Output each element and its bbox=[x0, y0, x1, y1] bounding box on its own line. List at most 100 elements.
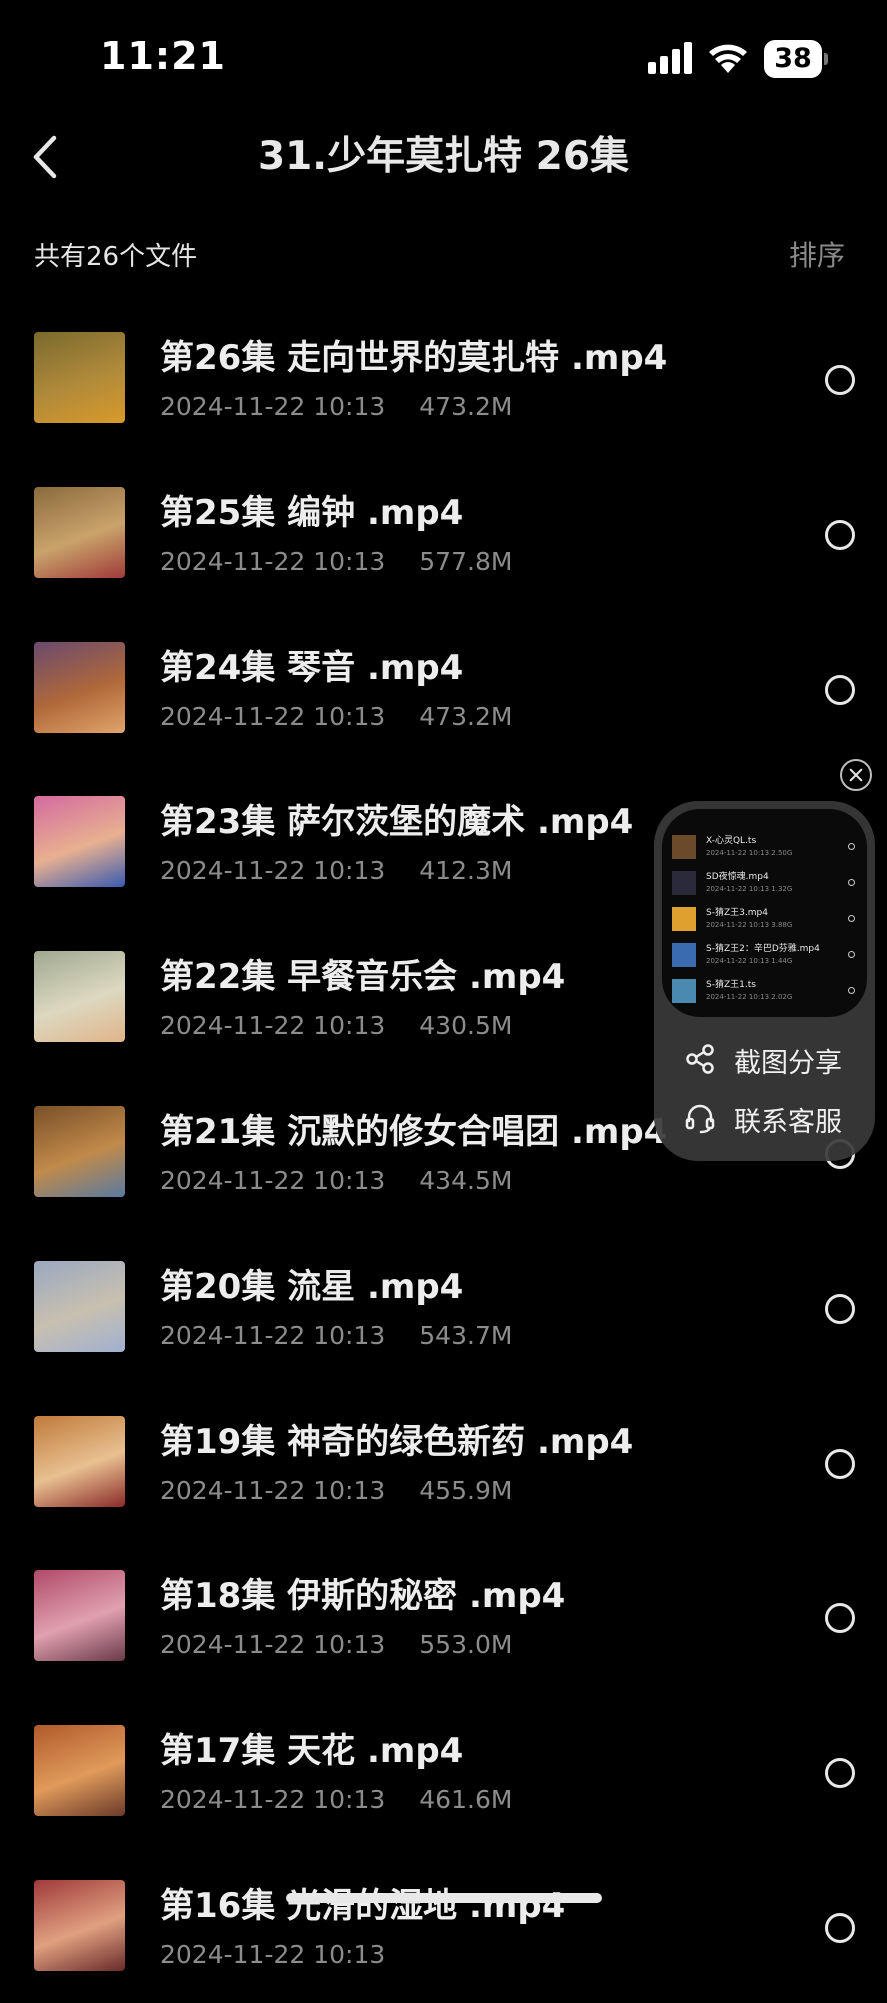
file-date: 2024-11-22 10:13 bbox=[160, 392, 386, 421]
file-size: 455.9M bbox=[419, 1475, 513, 1505]
video-thumbnail bbox=[34, 1260, 125, 1352]
share-label: 截图分享 bbox=[734, 1048, 842, 1079]
select-radio[interactable] bbox=[825, 1758, 855, 1789]
video-thumbnail bbox=[34, 1879, 125, 1971]
file-name: 第20集 流星 .mp4 bbox=[160, 1266, 464, 1307]
video-thumbnail bbox=[34, 1105, 125, 1197]
video-thumbnail bbox=[34, 641, 125, 733]
preview-row: S-猜Z王3.mp4 2024-11-22 10:13 3.88G bbox=[672, 903, 857, 937]
file-row[interactable]: 第18集 伊斯的秘密 .mp4 2024-11-22 10:13 553.0M bbox=[0, 1538, 887, 1693]
file-date: 2024-11-22 10:13 bbox=[160, 1320, 386, 1350]
file-count: 共有26个文件 bbox=[34, 242, 198, 272]
cellular-signal-icon bbox=[648, 42, 692, 74]
preview-name: S-猜Z王1.ts bbox=[706, 980, 756, 990]
select-radio[interactable] bbox=[825, 1912, 855, 1943]
status-bar: 11:21 38 bbox=[0, 0, 887, 110]
video-thumbnail bbox=[34, 951, 125, 1043]
preview-radio bbox=[848, 843, 855, 850]
file-row[interactable]: 第25集 编钟 .mp4 2024-11-22 10:13 577.8M bbox=[0, 455, 887, 610]
video-thumbnail bbox=[34, 1725, 125, 1817]
file-meta: 2024-11-22 10:13 577.8M bbox=[160, 547, 512, 576]
file-row[interactable]: 第16集 光滑的湿地 .mp4 2024-11-22 10:13 bbox=[0, 1848, 887, 2003]
file-name: 第21集 沉默的修女合唱团 .mp4 bbox=[160, 1111, 668, 1152]
select-radio[interactable] bbox=[825, 365, 855, 395]
preview-meta: 2024-11-22 10:13 1.44G bbox=[706, 957, 793, 965]
video-thumbnail bbox=[34, 332, 125, 423]
file-name: 第19集 神奇的绿色新药 .mp4 bbox=[160, 1421, 634, 1462]
file-meta: 2024-11-22 10:13 553.0M bbox=[160, 1630, 512, 1659]
file-date: 2024-11-22 10:13 bbox=[160, 701, 386, 731]
preview-meta: 2024-11-22 10:13 3.88G bbox=[706, 921, 793, 929]
page-title: 31.少年莫扎特 26集 bbox=[258, 134, 629, 179]
file-date: 2024-11-22 10:13 bbox=[160, 1785, 386, 1815]
file-meta: 2024-11-22 10:13 461.6M bbox=[160, 1785, 512, 1814]
file-size: 430.5M bbox=[419, 1011, 513, 1041]
preview-thumbnail bbox=[672, 871, 696, 895]
contact-support-button[interactable]: 联系客服 bbox=[684, 1098, 864, 1138]
share-screenshot-button[interactable]: 截图分享 bbox=[684, 1039, 864, 1079]
file-name: 第24集 琴音 .mp4 bbox=[160, 647, 464, 688]
file-date: 2024-11-22 10:13 bbox=[160, 1011, 386, 1041]
select-radio[interactable] bbox=[825, 674, 855, 705]
file-date: 2024-11-22 10:13 bbox=[160, 1939, 386, 1969]
status-time: 11:21 bbox=[100, 34, 226, 78]
home-indicator[interactable] bbox=[286, 1893, 602, 1903]
preview-thumbnail bbox=[672, 943, 696, 967]
file-date: 2024-11-22 10:13 bbox=[160, 1475, 386, 1505]
select-radio[interactable] bbox=[825, 1293, 855, 1324]
file-meta: 2024-11-22 10:13 412.3M bbox=[160, 856, 512, 885]
file-size: 577.8M bbox=[419, 546, 513, 576]
file-meta: 2024-11-22 10:13 430.5M bbox=[160, 1011, 512, 1040]
preview-name: SD夜惊魂.mp4 bbox=[706, 872, 769, 882]
preview-row: S-猜Z王2：辛巴D芬雅.mp4 2024-11-22 10:13 1.44G bbox=[672, 939, 857, 973]
file-date: 2024-11-22 10:13 bbox=[160, 856, 386, 886]
select-radio[interactable] bbox=[825, 1448, 855, 1479]
file-size: 543.7M bbox=[419, 1320, 513, 1350]
file-size: 553.0M bbox=[419, 1630, 513, 1660]
preview-meta: 2024-11-22 10:13 1.32G bbox=[706, 885, 793, 893]
close-icon[interactable] bbox=[840, 759, 872, 791]
video-thumbnail bbox=[34, 1570, 125, 1662]
battery-level: 38 bbox=[774, 43, 812, 74]
file-name: 第18集 伊斯的秘密 .mp4 bbox=[160, 1576, 566, 1617]
file-row[interactable]: 第17集 天花 .mp4 2024-11-22 10:13 461.6M bbox=[0, 1693, 887, 1848]
file-meta: 2024-11-22 10:13 434.5M bbox=[160, 1166, 512, 1195]
preview-meta: 2024-11-22 10:13 2.50G bbox=[706, 849, 793, 857]
preview-name: S-猜Z王3.mp4 bbox=[706, 908, 768, 918]
file-size: 473.2M bbox=[419, 392, 513, 421]
chevron-left-icon[interactable] bbox=[26, 130, 66, 184]
file-date: 2024-11-22 10:13 bbox=[160, 1165, 386, 1195]
file-row[interactable]: 第20集 流星 .mp4 2024-11-22 10:13 543.7M bbox=[0, 1229, 887, 1384]
preview-row: SD夜惊魂.mp4 2024-11-22 10:13 1.32G bbox=[672, 867, 857, 901]
file-row[interactable]: 第19集 神奇的绿色新药 .mp4 2024-11-22 10:13 455.9M bbox=[0, 1384, 887, 1539]
file-name: 第17集 天花 .mp4 bbox=[160, 1731, 464, 1772]
wifi-icon bbox=[709, 44, 747, 73]
preview-name: S-猜Z王2：辛巴D芬雅.mp4 bbox=[706, 944, 820, 954]
preview-radio bbox=[848, 915, 855, 922]
sort-button[interactable]: 排序 bbox=[789, 234, 845, 274]
preview-radio bbox=[848, 987, 855, 994]
select-radio[interactable] bbox=[825, 519, 855, 550]
floating-widget[interactable]: X-心灵QL.ts 2024-11-22 10:13 2.50G SD夜惊魂.mp4… bbox=[654, 801, 875, 1161]
battery-icon: 38 bbox=[764, 40, 828, 78]
video-thumbnail bbox=[34, 1415, 125, 1507]
preview-meta: 2024-11-22 10:13 2.02G bbox=[706, 993, 793, 1001]
screenshot-preview[interactable]: X-心灵QL.ts 2024-11-22 10:13 2.50G SD夜惊魂.mp4… bbox=[662, 809, 867, 1017]
file-meta: 2024-11-22 10:13 bbox=[160, 1940, 419, 1969]
file-meta: 2024-11-22 10:13 473.2M bbox=[160, 392, 512, 421]
file-name: 第26集 走向世界的莫扎特 .mp4 bbox=[160, 338, 668, 378]
file-size: 473.2M bbox=[419, 701, 513, 731]
file-meta: 2024-11-22 10:13 473.2M bbox=[160, 702, 512, 731]
preview-row: X-心灵QL.ts 2024-11-22 10:13 2.50G bbox=[672, 831, 857, 865]
headset-icon bbox=[685, 1104, 715, 1134]
file-row[interactable]: 第26集 走向世界的莫扎特 .mp4 2024-11-22 10:13 473.2M bbox=[0, 300, 887, 455]
select-radio[interactable] bbox=[825, 1603, 855, 1634]
file-date: 2024-11-22 10:13 bbox=[160, 546, 386, 576]
preview-radio bbox=[848, 879, 855, 886]
preview-row: S-猜Z王1.ts 2024-11-22 10:13 2.02G bbox=[672, 975, 857, 1009]
file-meta: 2024-11-22 10:13 455.9M bbox=[160, 1476, 512, 1505]
preview-thumbnail bbox=[672, 979, 696, 1003]
file-name: 第25集 编钟 .mp4 bbox=[160, 492, 464, 533]
support-label: 联系客服 bbox=[734, 1107, 842, 1138]
file-row[interactable]: 第24集 琴音 .mp4 2024-11-22 10:13 473.2M bbox=[0, 610, 887, 765]
